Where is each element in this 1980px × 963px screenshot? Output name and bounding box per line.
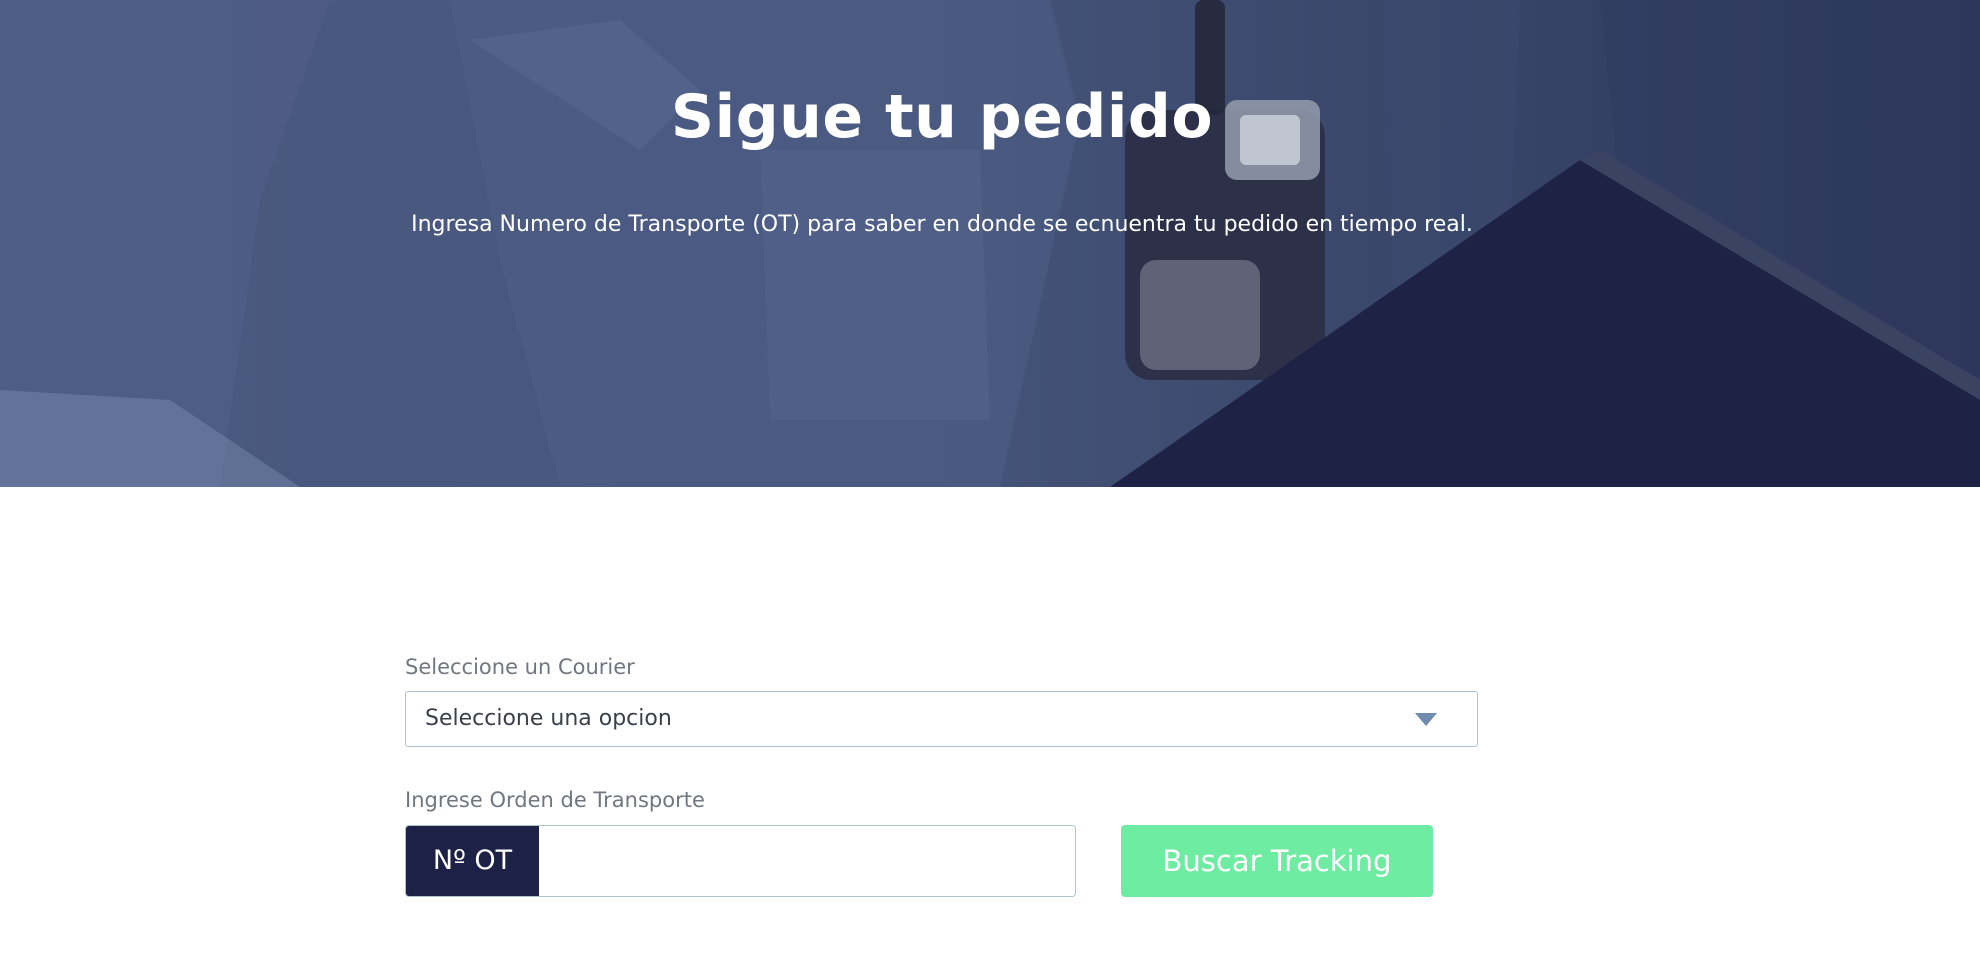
hero-banner: Sigue tu pedido Ingresa Numero de Transp…: [0, 0, 1980, 487]
ot-prefix: Nº OT: [406, 826, 539, 896]
search-tracking-button[interactable]: Buscar Tracking: [1121, 825, 1433, 897]
courier-label: Seleccione un Courier: [405, 655, 635, 679]
ot-input-group: Nº OT: [405, 825, 1076, 897]
courier-select[interactable]: Seleccione una opcion: [405, 691, 1478, 747]
page: Sigue tu pedido Ingresa Numero de Transp…: [0, 0, 1980, 963]
page-subtitle: Ingresa Numero de Transporte (OT) para s…: [411, 212, 1473, 237]
ot-input[interactable]: [539, 826, 1075, 896]
chevron-down-icon: [1415, 713, 1437, 726]
page-title: Sigue tu pedido: [670, 82, 1214, 152]
ot-label: Ingrese Orden de Transporte: [405, 788, 705, 812]
courier-select-value: Seleccione una opcion: [425, 706, 672, 731]
hero-background-image: [0, 0, 1980, 487]
